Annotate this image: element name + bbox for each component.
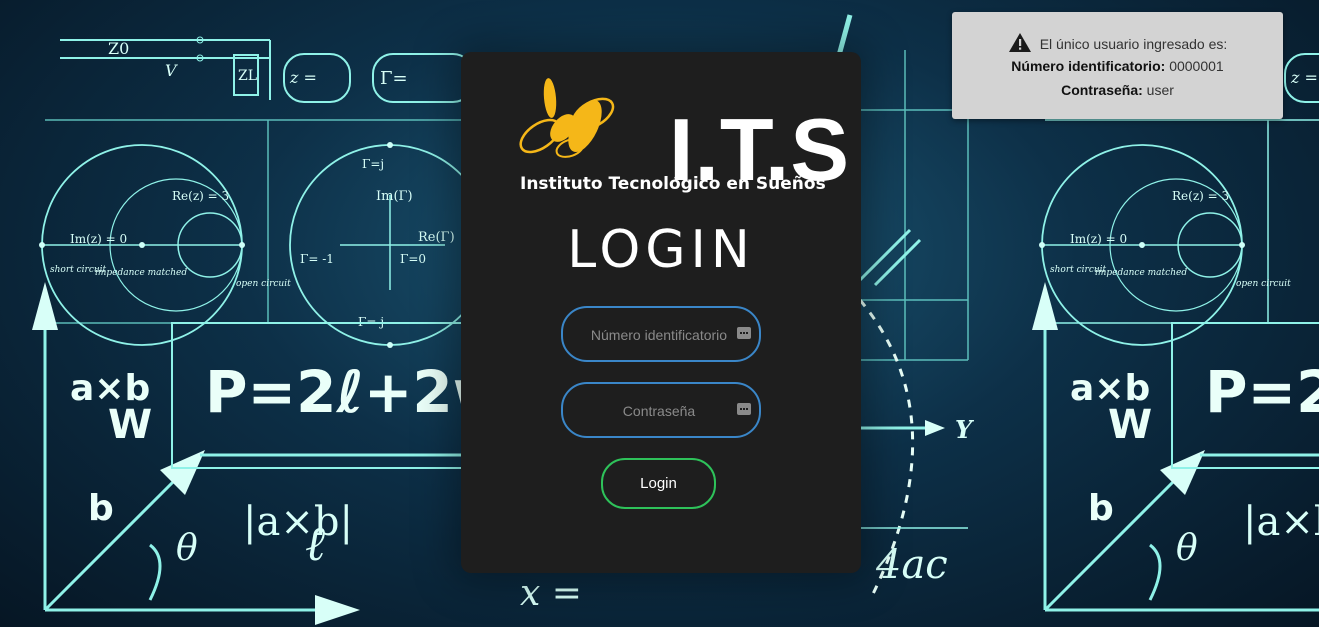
svg-text:Γ=0: Γ=0 — [400, 252, 426, 266]
svg-text:Im(Γ): Im(Γ) — [376, 189, 413, 204]
svg-text:z =: z = — [1290, 68, 1318, 87]
svg-text:open circuit: open circuit — [1236, 279, 1291, 289]
notice-password-label: Contraseña: — [1061, 82, 1143, 98]
password-input[interactable] — [577, 384, 741, 438]
logo-emblem-icon — [519, 78, 615, 158]
chalkboard-repeat-right: Im(z) = 0 Re(z) = 3 short circuit open c… — [1032, 53, 1319, 612]
svg-text:W: W — [108, 402, 152, 448]
smith-chart-left: Im(z) = 0 Re(z) = 3 short circuit open c… — [39, 144, 291, 346]
svg-text:open circuit: open circuit — [236, 279, 291, 289]
svg-text:b: b — [88, 488, 114, 529]
svg-text:Γ=: Γ= — [380, 68, 408, 89]
svg-text:impedance matched: impedance matched — [95, 268, 187, 278]
login-title: LOGIN — [567, 220, 755, 280]
svg-text:W: W — [1108, 402, 1152, 448]
svg-text:Y: Y — [955, 415, 975, 444]
keyboard-dots-icon — [737, 327, 751, 339]
svg-text:Im(z) = 0: Im(z) = 0 — [1070, 232, 1127, 246]
svg-text:V: V — [165, 61, 178, 80]
id-field[interactable] — [561, 306, 761, 362]
logo-subtitle: Instituto Tecnológico en Sueños — [520, 174, 826, 194]
notice-heading: El único usuario ingresado es: — [1039, 36, 1228, 52]
svg-text:ℓ: ℓ — [305, 516, 325, 572]
svg-text:z =: z = — [289, 68, 317, 87]
svg-text:x =: x = — [520, 573, 582, 614]
notice-id-value: 0000001 — [1169, 58, 1224, 74]
svg-text:θ: θ — [1176, 528, 1198, 569]
svg-text:Γ= -1: Γ= -1 — [300, 252, 334, 266]
user-info-notice: El único usuario ingresado es: Número id… — [952, 12, 1283, 119]
svg-text:ZL: ZL — [238, 68, 257, 84]
svg-text:Γ=j: Γ=j — [362, 157, 384, 171]
keyboard-dots-icon — [737, 403, 751, 415]
svg-text:impedance matched: impedance matched — [1095, 268, 1187, 278]
svg-text:Im(z) = 0: Im(z) = 0 — [70, 232, 127, 246]
warning-icon — [1008, 32, 1032, 56]
notice-id-label: Número identificatorio: — [1011, 58, 1166, 74]
login-button[interactable]: Login — [601, 458, 716, 509]
id-input[interactable] — [577, 308, 741, 362]
svg-text:|a×b|: |a×b| — [243, 499, 353, 545]
svg-text:Re(z) = 3: Re(z) = 3 — [172, 189, 229, 203]
svg-text:|a×b|: |a×b| — [1243, 499, 1319, 545]
svg-text:Z0: Z0 — [108, 39, 129, 58]
notice-password-value: user — [1146, 82, 1174, 98]
password-field[interactable] — [561, 382, 761, 438]
gamma-plane: Re(Γ) Im(Γ) Γ= -1 Γ=0 Γ=j Γ=-j — [289, 142, 491, 348]
svg-text:4ac: 4ac — [875, 542, 948, 588]
svg-text:Re(Γ): Re(Γ) — [418, 230, 455, 245]
svg-text:Re(z) = 3: Re(z) = 3 — [1172, 189, 1229, 203]
svg-text:θ: θ — [176, 528, 198, 569]
transmission-line-diagram: Z0 ZL V z = Γ= — [60, 36, 474, 103]
svg-text:P=2ℓ+2w: P=2ℓ+2w — [1205, 358, 1319, 426]
login-card: I.T.S Instituto Tecnológico en Sueños LO… — [461, 52, 861, 573]
svg-text:b: b — [1088, 488, 1114, 529]
